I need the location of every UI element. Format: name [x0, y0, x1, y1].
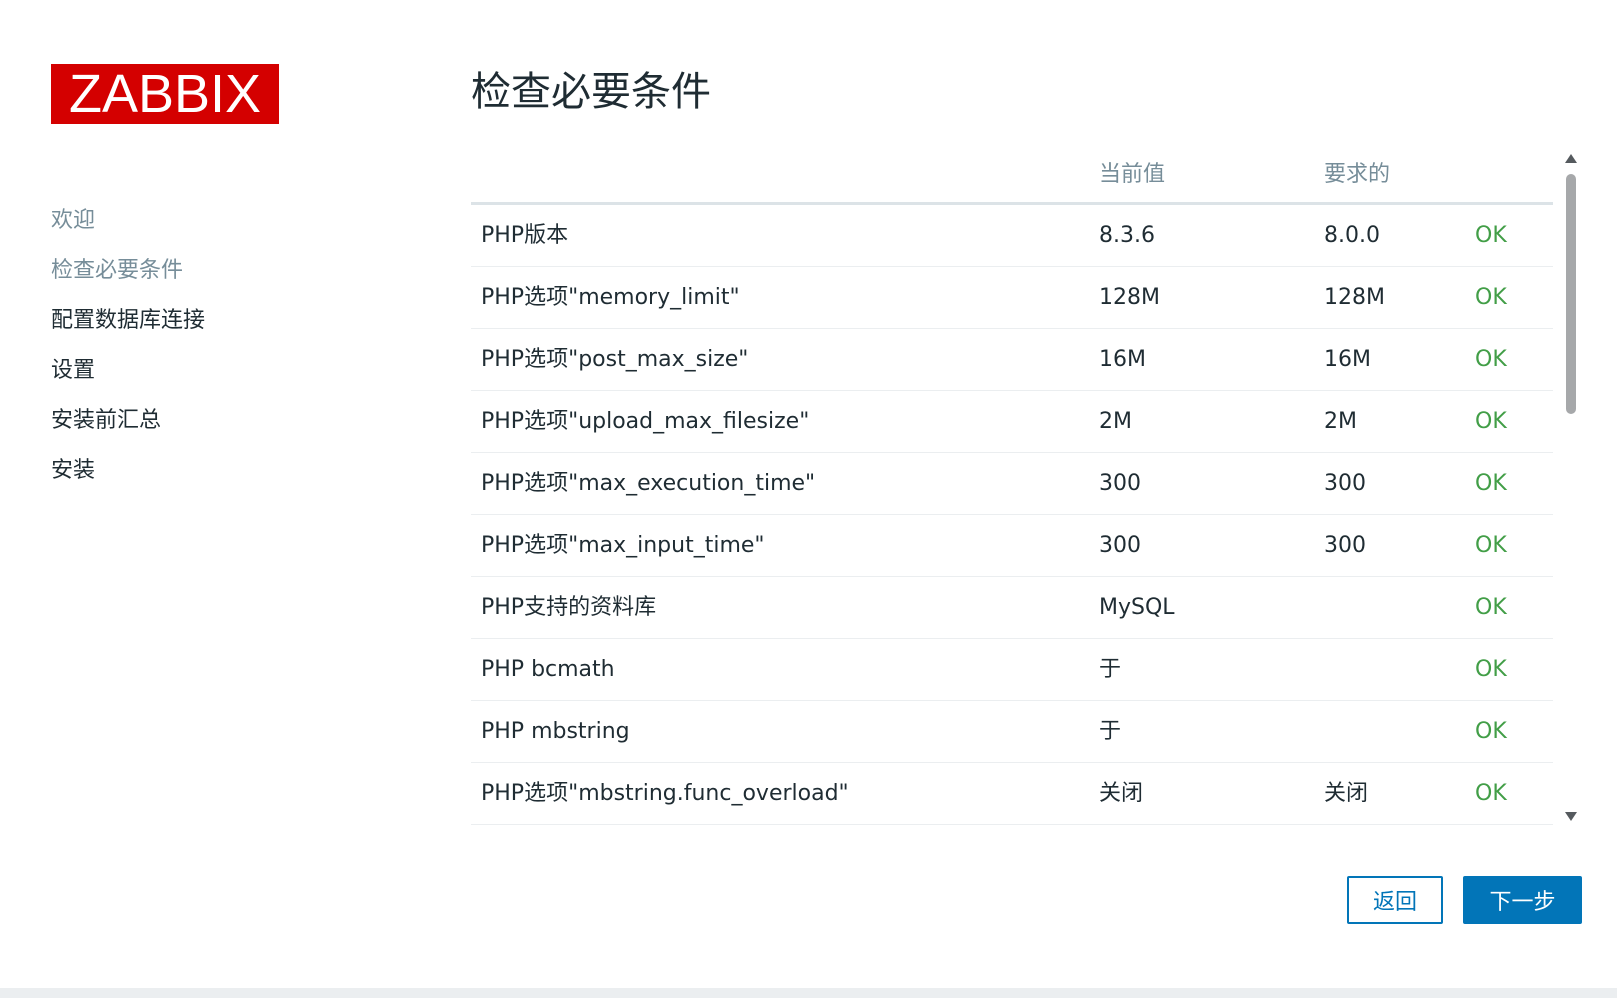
current-value: 128M	[1099, 285, 1160, 310]
requirement-name: PHP选项"max_execution_time"	[481, 471, 816, 496]
scroll-down-arrow-icon[interactable]	[1565, 812, 1577, 821]
header-current-value: 当前值	[1099, 162, 1166, 187]
current-value: 关闭	[1099, 781, 1144, 806]
current-value: 300	[1099, 533, 1141, 558]
requirement-name: PHP选项"mbstring.func_overload"	[481, 781, 849, 806]
table-header: 当前值 要求的	[471, 146, 1553, 205]
logo-text: ZABBIX	[68, 64, 262, 124]
result-status: OK	[1475, 285, 1507, 310]
step-welcome[interactable]: 欢迎	[51, 198, 391, 248]
current-value: MySQL	[1099, 595, 1175, 620]
table-row: PHP选项"post_max_size" 16M 16M OK	[471, 329, 1553, 391]
current-value: 16M	[1099, 347, 1146, 372]
required-value: 300	[1324, 533, 1366, 558]
result-status: OK	[1475, 781, 1507, 806]
page-title: 检查必要条件	[471, 69, 711, 115]
zabbix-logo: ZABBIX	[51, 64, 279, 124]
setup-page: ZABBIX 欢迎 检查必要条件 配置数据库连接 设置 安装前汇总 安装 检查必…	[0, 0, 1617, 998]
requirement-name: PHP支持的资料库	[481, 595, 657, 620]
result-status: OK	[1475, 719, 1507, 744]
current-value: 8.3.6	[1099, 223, 1155, 248]
table-row: PHP bcmath 于 OK	[471, 639, 1553, 701]
step-settings[interactable]: 设置	[51, 348, 391, 398]
step-configure-db[interactable]: 配置数据库连接	[51, 298, 391, 348]
table-row: PHP支持的资料库 MySQL OK	[471, 577, 1553, 639]
scroll-up-arrow-icon[interactable]	[1565, 154, 1577, 163]
setup-steps-nav: 欢迎 检查必要条件 配置数据库连接 设置 安装前汇总 安装	[51, 198, 391, 498]
required-value: 128M	[1324, 285, 1385, 310]
current-value: 2M	[1099, 409, 1132, 434]
requirement-name: PHP bcmath	[481, 657, 615, 682]
required-value: 8.0.0	[1324, 223, 1380, 248]
requirement-name: PHP mbstring	[481, 719, 630, 744]
requirement-name: PHP选项"memory_limit"	[481, 285, 740, 310]
back-button[interactable]: 返回	[1347, 876, 1443, 924]
result-status: OK	[1475, 533, 1507, 558]
header-required: 要求的	[1324, 162, 1391, 187]
result-status: OK	[1475, 223, 1507, 248]
table-row: PHP选项"upload_max_filesize" 2M 2M OK	[471, 391, 1553, 453]
prerequisites-table: 当前值 要求的 PHP版本 8.3.6 8.0.0 OK PHP选项"memory_li…	[471, 146, 1553, 826]
requirement-name: PHP选项"post_max_size"	[481, 347, 749, 372]
next-step-button[interactable]: 下一步	[1463, 876, 1582, 924]
step-install[interactable]: 安装	[51, 448, 391, 498]
requirement-name: PHP选项"max_input_time"	[481, 533, 765, 558]
current-value: 于	[1099, 657, 1122, 682]
result-status: OK	[1475, 347, 1507, 372]
required-value: 关闭	[1324, 781, 1369, 806]
current-value: 于	[1099, 719, 1122, 744]
table-row: PHP mbstring 于 OK	[471, 701, 1553, 763]
table-body: PHP版本 8.3.6 8.0.0 OK PHP选项"memory_limit" 128M…	[471, 205, 1553, 825]
scroll-thumb[interactable]	[1566, 174, 1576, 414]
table-row: PHP选项"memory_limit" 128M 128M OK	[471, 267, 1553, 329]
table-row: PHP版本 8.3.6 8.0.0 OK	[471, 205, 1553, 267]
required-value: 16M	[1324, 347, 1371, 372]
result-status: OK	[1475, 409, 1507, 434]
requirement-name: PHP版本	[481, 223, 569, 248]
table-row: PHP选项"max_input_time" 300 300 OK	[471, 515, 1553, 577]
requirement-name: PHP选项"upload_max_filesize"	[481, 409, 810, 434]
step-check-prerequisites[interactable]: 检查必要条件	[51, 248, 391, 298]
footer-divider	[0, 988, 1617, 998]
current-value: 300	[1099, 471, 1141, 496]
required-value: 300	[1324, 471, 1366, 496]
result-status: OK	[1475, 657, 1507, 682]
table-row: PHP选项"mbstring.func_overload" 关闭 关闭 OK	[471, 763, 1553, 825]
required-value: 2M	[1324, 409, 1357, 434]
result-status: OK	[1475, 471, 1507, 496]
step-pre-install-summary[interactable]: 安装前汇总	[51, 398, 391, 448]
result-status: OK	[1475, 595, 1507, 620]
table-scrollbar[interactable]	[1560, 146, 1582, 826]
table-row: PHP选项"max_execution_time" 300 300 OK	[471, 453, 1553, 515]
